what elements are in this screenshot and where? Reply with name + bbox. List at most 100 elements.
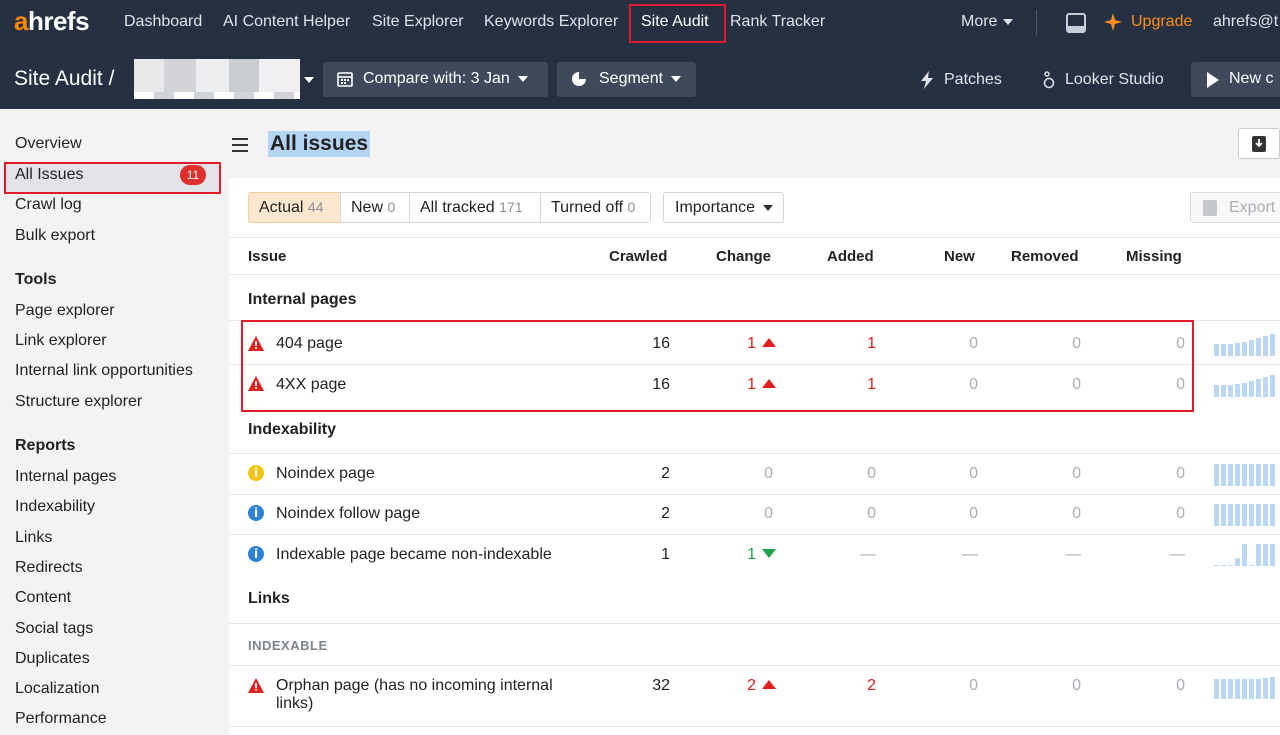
sidebar-item-redirects[interactable]: Redirects xyxy=(15,559,83,577)
chevron-down-icon xyxy=(763,204,774,211)
segment-button[interactable]: Segment xyxy=(557,62,696,97)
download-button[interactable] xyxy=(1238,128,1280,159)
nav-ai-content-helper[interactable]: AI Content Helper xyxy=(223,13,350,31)
divider xyxy=(229,494,1280,495)
change-value[interactable]: 0 xyxy=(713,505,773,523)
breadcrumb-separator: / xyxy=(108,67,115,90)
nav-rank-tracker[interactable]: Rank Tracker xyxy=(730,13,825,31)
importance-label: Importance xyxy=(675,199,756,216)
missing-value[interactable]: — xyxy=(1125,546,1185,564)
sidebar-item-performance[interactable]: Performance xyxy=(15,710,107,728)
compare-with-button[interactable]: Compare with: 3 Jan xyxy=(323,62,548,97)
project-dropdown-icon[interactable] xyxy=(304,77,314,83)
sidebar-item-structure-explorer[interactable]: Structure explorer xyxy=(15,393,142,411)
missing-value[interactable]: 0 xyxy=(1125,505,1185,523)
added-value[interactable]: 0 xyxy=(816,505,876,523)
column-header-added[interactable]: Added xyxy=(827,248,874,265)
removed-value[interactable]: 0 xyxy=(1021,677,1081,695)
column-header-crawled[interactable]: Crawled xyxy=(609,248,667,265)
sidebar-item-localization[interactable]: Localization xyxy=(15,680,100,698)
column-header-removed[interactable]: Removed xyxy=(1011,248,1079,265)
added-value[interactable]: 0 xyxy=(816,465,876,483)
importance-dropdown[interactable]: Importance xyxy=(663,192,785,223)
added-value[interactable]: 2 xyxy=(816,677,876,695)
play-icon xyxy=(1207,72,1219,88)
sidebar-item-content[interactable]: Content xyxy=(15,589,71,607)
removed-value[interactable]: 0 xyxy=(1021,465,1081,483)
crawled-value[interactable]: 32 xyxy=(610,677,670,695)
added-value[interactable]: — xyxy=(816,546,876,564)
filter-actual-label: Actual xyxy=(259,199,304,216)
filter-all-tracked[interactable]: All tracked 171 xyxy=(409,192,541,223)
account-menu[interactable]: ahrefs@t xyxy=(1213,13,1278,31)
nav-dashboard[interactable]: Dashboard xyxy=(124,13,202,31)
missing-value[interactable]: 0 xyxy=(1125,465,1185,483)
new-crawl-label: New c xyxy=(1229,70,1274,87)
column-header-issue[interactable]: Issue xyxy=(248,248,286,265)
issue-indexable-became-non-indexable[interactable]: Indexable page became non-indexable xyxy=(276,546,552,564)
sidebar-heading-reports: Reports xyxy=(15,437,76,454)
divider xyxy=(229,623,1280,624)
inbox-icon[interactable] xyxy=(1066,13,1086,33)
sidebar-item-links[interactable]: Links xyxy=(15,529,52,547)
column-header-missing[interactable]: Missing xyxy=(1126,248,1182,265)
new-value[interactable]: 0 xyxy=(918,677,978,695)
filter-new-label: New xyxy=(351,199,384,216)
filter-turned-off[interactable]: Turned off 0 xyxy=(540,192,651,223)
sidebar-item-all-issues[interactable]: All Issues xyxy=(15,166,83,184)
trend-sparkline xyxy=(1214,373,1280,397)
page-title: All issues xyxy=(268,131,371,157)
menu-icon[interactable] xyxy=(232,138,248,152)
calendar-icon xyxy=(337,72,353,87)
nav-keywords-explorer[interactable]: Keywords Explorer xyxy=(484,13,618,31)
crawled-value[interactable]: 1 xyxy=(610,546,670,564)
issue-noindex-page[interactable]: Noindex page xyxy=(276,465,375,483)
ahrefs-logo[interactable]: ahrefs xyxy=(14,6,90,37)
sidebar-item-crawl-log[interactable]: Crawl log xyxy=(15,196,82,214)
sidebar-item-internal-link-opportunities[interactable]: Internal link opportunities xyxy=(15,362,193,380)
new-value[interactable]: 0 xyxy=(918,505,978,523)
issue-noindex-follow-page[interactable]: Noindex follow page xyxy=(276,505,420,523)
change-value[interactable]: 0 xyxy=(713,465,773,483)
change-value[interactable]: 1 xyxy=(716,546,776,564)
crawled-value[interactable]: 2 xyxy=(610,465,670,483)
filter-new[interactable]: New 0 xyxy=(340,192,410,223)
looker-studio-link[interactable]: Looker Studio xyxy=(1065,71,1164,89)
sidebar-item-indexability[interactable]: Indexability xyxy=(15,498,95,516)
sidebar-item-internal-pages[interactable]: Internal pages xyxy=(15,468,116,486)
trend-sparkline xyxy=(1214,502,1280,526)
sidebar-item-page-explorer[interactable]: Page explorer xyxy=(15,302,115,320)
nav-more[interactable]: More xyxy=(961,13,1014,31)
crawled-value[interactable]: 2 xyxy=(610,505,670,523)
sidebar-item-duplicates[interactable]: Duplicates xyxy=(15,650,90,668)
removed-value[interactable]: — xyxy=(1021,546,1081,564)
warning-icon: i xyxy=(248,465,264,481)
patches-link[interactable]: Patches xyxy=(944,71,1002,89)
filter-actual[interactable]: Actual 44 xyxy=(248,192,341,223)
column-header-new[interactable]: New xyxy=(944,248,975,265)
chevron-down-icon xyxy=(517,75,528,82)
sidebar-item-overview[interactable]: Overview xyxy=(15,135,82,153)
new-value[interactable]: 0 xyxy=(918,465,978,483)
info-icon: i xyxy=(248,505,264,521)
issue-orphan-page[interactable]: Orphan page (has no incoming internal lin… xyxy=(276,677,553,713)
filter-turned-off-count: 0 xyxy=(627,199,636,215)
nav-site-explorer[interactable]: Site Explorer xyxy=(372,13,464,31)
chevron-down-icon xyxy=(671,75,682,82)
removed-value[interactable]: 0 xyxy=(1021,505,1081,523)
upgrade-link[interactable]: Upgrade xyxy=(1131,13,1192,31)
export-label: Export xyxy=(1229,199,1276,216)
filter-all-tracked-count: 171 xyxy=(499,199,523,215)
missing-value[interactable]: 0 xyxy=(1125,677,1185,695)
change-value[interactable]: 2 xyxy=(716,677,776,695)
sidebar-item-bulk-export[interactable]: Bulk export xyxy=(15,227,95,245)
lightning-icon xyxy=(921,71,933,89)
column-header-change[interactable]: Change xyxy=(716,248,771,265)
internal-pages-highlight xyxy=(241,320,1194,412)
export-button[interactable]: Export xyxy=(1190,192,1280,223)
new-crawl-button[interactable]: New c xyxy=(1191,62,1280,97)
new-value[interactable]: — xyxy=(918,546,978,564)
sidebar-item-link-explorer[interactable]: Link explorer xyxy=(15,332,107,350)
sidebar-item-social-tags[interactable]: Social tags xyxy=(15,620,93,638)
change-number: 1 xyxy=(747,546,756,563)
